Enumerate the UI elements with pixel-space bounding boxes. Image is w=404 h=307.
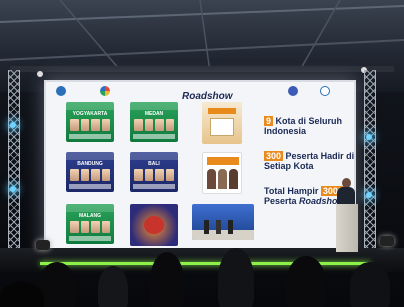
stage-light <box>366 134 372 140</box>
tent-roof <box>0 0 404 92</box>
city-card-bandung: BANDUNG <box>66 152 114 192</box>
stage-light <box>10 186 16 192</box>
logo-hub <box>100 86 112 98</box>
truss-left <box>8 70 20 260</box>
audience-member <box>0 282 44 307</box>
event-photo: Roadshow YOGYAKARTA MEDAN BANDUNG BALI M… <box>0 0 404 307</box>
logo-left <box>56 86 68 98</box>
audience-member <box>286 256 326 307</box>
audience-member <box>350 262 390 307</box>
speaker <box>337 178 355 207</box>
city-card-yogyakarta: YOGYAKARTA <box>66 102 114 142</box>
stat-cities: 9 Kota di Seluruh Indonesia <box>264 116 343 136</box>
audience-member <box>218 248 254 307</box>
poster-event <box>202 102 242 144</box>
audience <box>0 236 404 307</box>
poster-speakers <box>202 152 242 194</box>
roof-frame <box>0 0 404 77</box>
stage-light <box>366 192 372 198</box>
screen-title: Roadshow <box>182 91 233 102</box>
poster-stage-photo <box>192 204 254 240</box>
logo-right-2 <box>320 86 332 98</box>
city-card-bali: BALI <box>130 152 178 192</box>
audience-member <box>150 252 184 307</box>
logo-right-1 <box>288 86 300 98</box>
stage-light <box>10 122 16 128</box>
truss-right <box>364 70 376 260</box>
stat-participants: 300 Peserta Hadir di Setiap Kota <box>264 151 355 171</box>
projection-screen: Roadshow YOGYAKARTA MEDAN BANDUNG BALI M… <box>44 80 356 256</box>
city-card-medan: MEDAN <box>130 102 178 142</box>
audience-member <box>98 266 128 307</box>
